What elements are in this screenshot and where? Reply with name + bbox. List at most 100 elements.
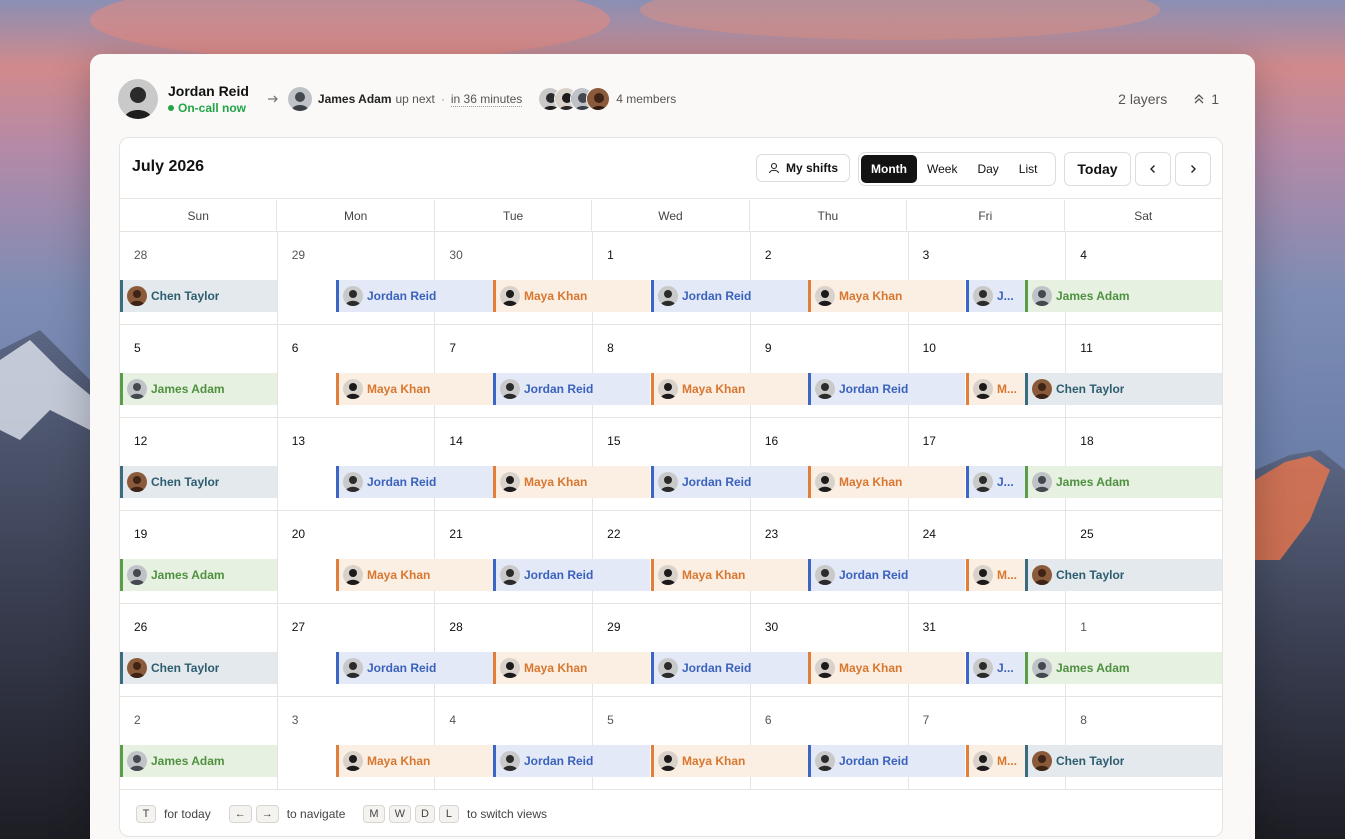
- chevron-right-icon: [1191, 165, 1196, 173]
- day-number: 20: [291, 527, 306, 541]
- shift-block[interactable]: James Adam: [120, 559, 277, 591]
- shift-block[interactable]: Maya Khan: [336, 559, 493, 591]
- shift-avatar: [973, 751, 993, 771]
- chevrons-up-icon: [1194, 94, 1204, 104]
- shift-label: J...: [997, 661, 1014, 675]
- my-shifts-button[interactable]: My shifts: [756, 154, 850, 182]
- shift-label: Jordan Reid: [682, 289, 752, 303]
- shift-block[interactable]: Maya Khan: [336, 373, 493, 405]
- weekday-fri: Fri: [907, 200, 1065, 231]
- avatar-jordan-reid[interactable]: [118, 79, 158, 119]
- shift-label: James Adam: [1056, 475, 1130, 489]
- shift-block[interactable]: James Adam: [120, 745, 277, 777]
- shift-avatar: [973, 565, 993, 585]
- calendar-toolbar: July 2026 My shifts Month Week Day List …: [120, 138, 1222, 199]
- shift-block[interactable]: Maya Khan: [808, 280, 965, 312]
- shift-block[interactable]: Chen Taylor: [1025, 559, 1222, 591]
- oncall-name: Jordan Reid: [168, 83, 249, 99]
- next-month-button[interactable]: [1175, 152, 1211, 186]
- shift-block[interactable]: Chen Taylor: [120, 652, 277, 684]
- shift-label: J...: [997, 475, 1014, 489]
- shift-block[interactable]: J...: [966, 280, 1026, 312]
- shift-label: Jordan Reid: [367, 289, 437, 303]
- shift-block[interactable]: M...: [966, 373, 1026, 405]
- week-row: 12 13 14 15 16 17 18 Chen Taylor Jordan Reid Maya…: [120, 418, 1222, 511]
- view-month[interactable]: Month: [861, 155, 917, 183]
- escalation-button[interactable]: 1: [1193, 91, 1219, 107]
- key-l: L: [438, 805, 459, 823]
- shift-block[interactable]: Jordan Reid: [651, 466, 808, 498]
- shift-block[interactable]: Maya Khan: [651, 373, 808, 405]
- key-m: M: [363, 805, 385, 823]
- shift-block[interactable]: Jordan Reid: [493, 373, 650, 405]
- shift-label: Maya Khan: [682, 568, 746, 582]
- shift-block[interactable]: James Adam: [1025, 652, 1222, 684]
- shift-block[interactable]: Chen Taylor: [1025, 373, 1222, 405]
- shift-block[interactable]: Maya Khan: [808, 652, 965, 684]
- view-week[interactable]: Week: [917, 155, 967, 183]
- shift-block[interactable]: Maya Khan: [336, 745, 493, 777]
- shift-block[interactable]: Jordan Reid: [808, 373, 965, 405]
- today-button[interactable]: Today: [1064, 152, 1131, 186]
- shift-block[interactable]: Jordan Reid: [336, 652, 493, 684]
- shift-label: Jordan Reid: [524, 382, 594, 396]
- shift-block[interactable]: Maya Khan: [493, 466, 650, 498]
- shift-block[interactable]: Maya Khan: [493, 652, 650, 684]
- key-d: D: [414, 805, 435, 823]
- shift-avatar: [658, 658, 678, 678]
- day-number: 1: [607, 248, 614, 262]
- shift-avatar: [815, 565, 835, 585]
- next-oncall-name: James Adam: [317, 92, 392, 106]
- shift-avatar: [500, 472, 520, 492]
- hint-views: M W D L to switch views: [363, 805, 547, 823]
- shift-block[interactable]: Chen Taylor: [1025, 745, 1222, 777]
- next-oncall-time[interactable]: in 36 minutes: [450, 92, 523, 107]
- shift-label: M...: [997, 382, 1017, 396]
- previous-month-button[interactable]: [1135, 152, 1171, 186]
- shift-label: Maya Khan: [839, 475, 903, 489]
- shift-label: Chen Taylor: [151, 475, 220, 489]
- shift-block[interactable]: James Adam: [1025, 466, 1222, 498]
- shift-avatar: [815, 751, 835, 771]
- shift-block[interactable]: James Adam: [120, 373, 277, 405]
- day-number: 7: [922, 713, 930, 727]
- members-avatars[interactable]: [538, 87, 611, 111]
- shift-block[interactable]: J...: [966, 652, 1026, 684]
- shift-label: M...: [997, 754, 1017, 768]
- shift-block[interactable]: Jordan Reid: [808, 559, 965, 591]
- shift-block[interactable]: Jordan Reid: [493, 559, 650, 591]
- avatar-james-adam[interactable]: [287, 87, 312, 111]
- week-row: 19 20 21 22 23 24 25 James Adam Maya Khan Jordan …: [120, 511, 1222, 604]
- shift-label: Jordan Reid: [524, 568, 594, 582]
- view-list[interactable]: List: [1009, 155, 1048, 183]
- day-number: 23: [764, 527, 779, 541]
- shift-block[interactable]: Chen Taylor: [120, 280, 277, 312]
- shift-block[interactable]: J...: [966, 466, 1026, 498]
- shift-block[interactable]: Chen Taylor: [120, 466, 277, 498]
- shift-block[interactable]: Maya Khan: [493, 280, 650, 312]
- weekday-mon: Mon: [277, 200, 435, 231]
- weekday-wed: Wed: [592, 200, 750, 231]
- shift-block[interactable]: M...: [966, 559, 1026, 591]
- shift-block[interactable]: Jordan Reid: [336, 466, 493, 498]
- shift-block[interactable]: Jordan Reid: [808, 745, 965, 777]
- schedule-panel: Jordan Reid On-call now James Adam up ne…: [90, 54, 1255, 839]
- shift-block[interactable]: Maya Khan: [651, 745, 808, 777]
- view-day[interactable]: Day: [967, 155, 1008, 183]
- calendar: July 2026 My shifts Month Week Day List …: [119, 137, 1223, 837]
- shift-block[interactable]: Jordan Reid: [493, 745, 650, 777]
- shift-avatar: [1032, 751, 1052, 771]
- shift-avatar: [815, 658, 835, 678]
- shift-block[interactable]: James Adam: [1025, 280, 1222, 312]
- members-count[interactable]: 4 members: [616, 92, 676, 106]
- shift-block[interactable]: M...: [966, 745, 1026, 777]
- shift-block[interactable]: Maya Khan: [651, 559, 808, 591]
- weekday-header: Sun Mon Tue Wed Thu Fri Sat: [120, 200, 1222, 232]
- shift-avatar: [1032, 286, 1052, 306]
- shift-block[interactable]: Jordan Reid: [651, 652, 808, 684]
- shift-block[interactable]: Maya Khan: [808, 466, 965, 498]
- day-number: 8: [1080, 713, 1087, 727]
- shift-block[interactable]: Jordan Reid: [336, 280, 493, 312]
- layers-count[interactable]: 2 layers: [1118, 91, 1167, 107]
- shift-block[interactable]: Jordan Reid: [651, 280, 808, 312]
